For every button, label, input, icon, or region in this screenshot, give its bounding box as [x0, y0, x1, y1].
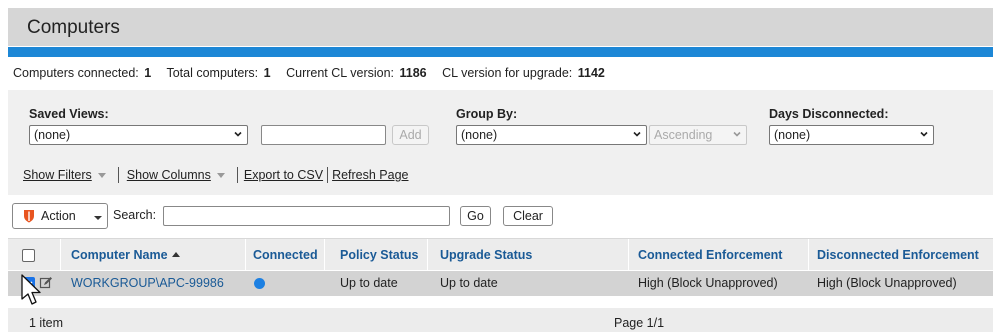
column-connected-enforcement[interactable]: Connected Enforcement: [638, 248, 782, 262]
stat-connected-value: 1: [144, 66, 152, 80]
column-disconnected-enforcement[interactable]: Disconnected Enforcement: [817, 248, 979, 262]
stat-current-cl-label: Current CL version:: [286, 66, 395, 80]
chevron-down-icon: [920, 131, 928, 137]
search-label: Search:: [113, 208, 157, 222]
sort-ascending-icon: [171, 252, 180, 257]
header-accent-bar: [8, 47, 993, 57]
column-divider: [427, 239, 428, 271]
connected-enforcement-cell: High (Block Unapproved): [638, 276, 778, 290]
stat-upgrade-cl-label: CL version for upgrade:: [442, 66, 573, 80]
stat-current-cl-value: 1186: [399, 66, 427, 80]
link-separator: [236, 167, 238, 183]
caret-down-icon: [94, 216, 102, 220]
chevron-down-icon: [733, 131, 741, 137]
show-columns-link[interactable]: Show Columns: [127, 168, 211, 182]
chevron-down-icon: [234, 131, 242, 137]
column-connected[interactable]: Connected: [253, 248, 318, 262]
go-button[interactable]: Go: [460, 206, 491, 226]
mouse-cursor-icon: [21, 274, 41, 305]
caret-down-icon: [216, 172, 225, 178]
add-view-button[interactable]: Add: [392, 125, 429, 145]
select-all-checkbox[interactable]: [22, 249, 35, 262]
connected-status-dot: [254, 278, 265, 289]
column-divider: [324, 239, 325, 271]
search-input[interactable]: [163, 206, 450, 226]
clear-button[interactable]: Clear: [503, 206, 553, 226]
link-separator: [327, 167, 329, 183]
stat-total-value: 1: [263, 66, 271, 80]
sort-order-select[interactable]: Ascending: [649, 125, 747, 145]
column-divider: [60, 239, 61, 271]
saved-views-select[interactable]: (none): [29, 125, 248, 145]
filter-links: Show Filters Show Columns Export to CSV …: [23, 167, 409, 183]
chevron-down-icon: [633, 131, 641, 137]
shield-icon: [24, 210, 34, 223]
saved-views-value: (none): [34, 128, 71, 142]
stat-total-label: Total computers:: [166, 66, 259, 80]
column-divider: [245, 239, 246, 271]
column-upgrade-status[interactable]: Upgrade Status: [440, 248, 532, 262]
column-policy-status[interactable]: Policy Status: [340, 248, 419, 262]
action-menu-button[interactable]: Action: [12, 203, 108, 229]
column-computer-name-label: Computer Name: [71, 248, 168, 262]
export-csv-link[interactable]: Export to CSV: [244, 168, 323, 182]
item-count: 1 item: [29, 316, 64, 330]
days-disconnected-select[interactable]: (none): [769, 125, 934, 145]
page-title: Computers: [27, 17, 120, 38]
group-by-value: (none): [461, 128, 498, 142]
link-separator: [117, 167, 119, 183]
action-label: Action: [41, 209, 76, 223]
policy-status-cell: Up to date: [340, 276, 398, 290]
computer-name-link[interactable]: WORKGROUP\APC-99986: [71, 276, 224, 290]
stat-upgrade-cl-value: 1142: [577, 66, 605, 80]
stats-bar: Computers connected: 1 Total computers: …: [13, 66, 617, 80]
table-row[interactable]: WORKGROUP\APC-99986 Up to date Up to dat…: [8, 271, 993, 296]
days-disconnected-label: Days Disconnected:: [769, 107, 889, 121]
page-indicator: Page 1/1: [614, 316, 665, 330]
column-divider: [628, 239, 629, 271]
table-header: Computer Name Connected Policy Status Up…: [8, 238, 993, 271]
group-by-select[interactable]: (none): [456, 125, 647, 145]
page-header: Computers: [8, 8, 993, 46]
upgrade-status-cell: Up to date: [440, 276, 498, 290]
stat-connected-label: Computers connected:: [13, 66, 139, 80]
show-filters-link[interactable]: Show Filters: [23, 168, 92, 182]
group-by-label: Group By:: [456, 107, 518, 121]
view-name-input[interactable]: [261, 125, 386, 145]
days-disconnected-value: (none): [774, 128, 811, 142]
saved-views-label: Saved Views:: [29, 107, 109, 121]
caret-down-icon: [97, 172, 106, 178]
column-divider: [808, 239, 809, 271]
refresh-page-link[interactable]: Refresh Page: [332, 168, 408, 182]
column-computer-name[interactable]: Computer Name: [71, 248, 180, 262]
sort-order-value: Ascending: [654, 128, 713, 142]
disconnected-enforcement-cell: High (Block Unapproved): [817, 276, 957, 290]
table-footer: 1 item Page 1/1: [8, 308, 993, 332]
